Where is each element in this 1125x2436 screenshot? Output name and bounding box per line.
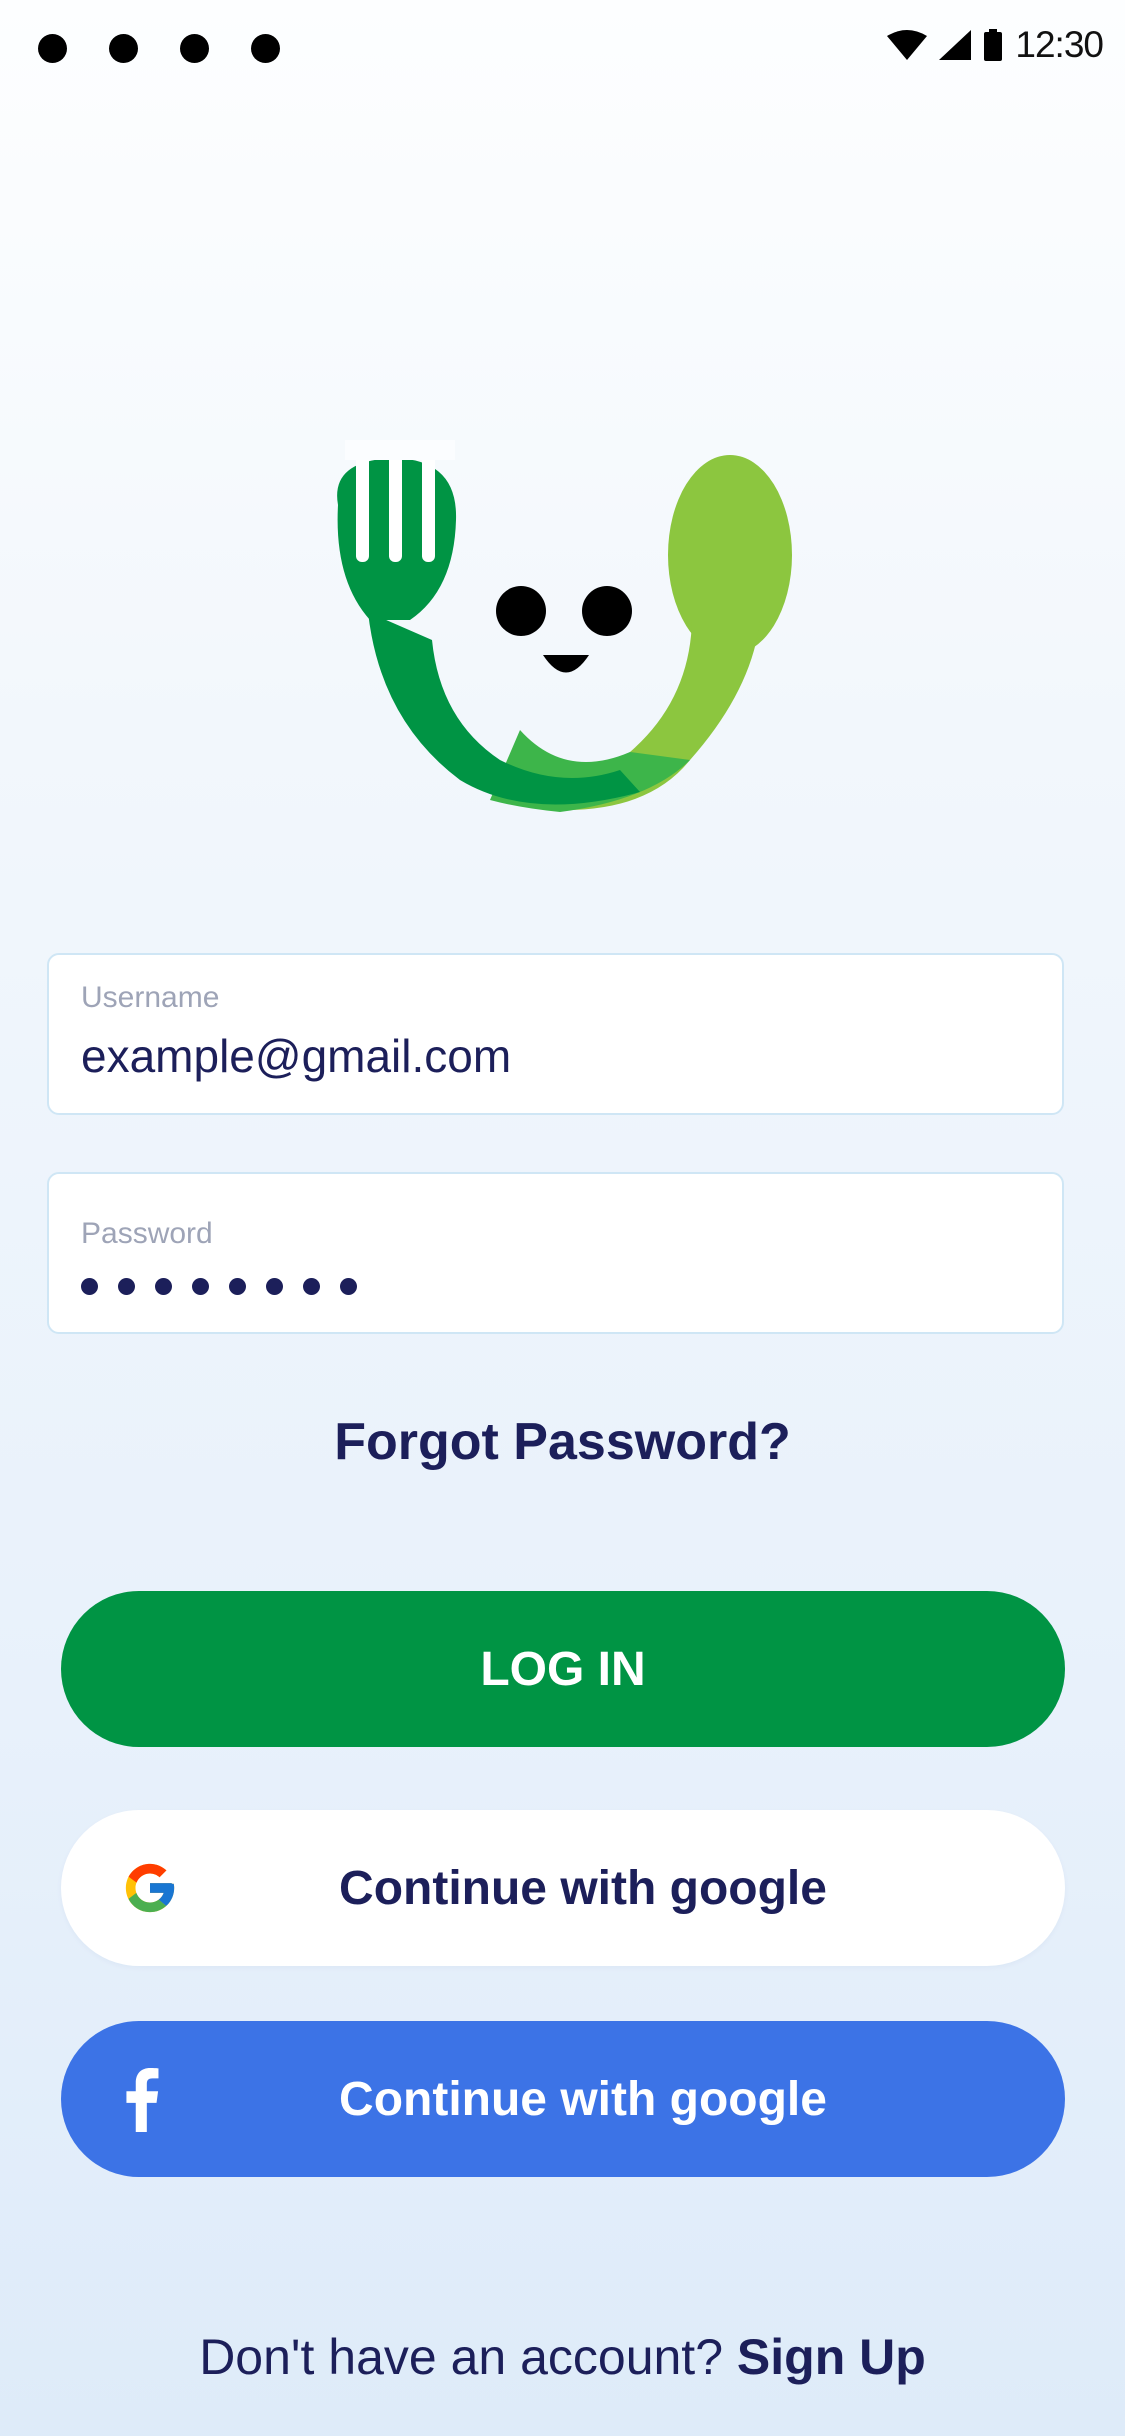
password-field[interactable]: Password [47, 1172, 1064, 1334]
password-mask-dot [229, 1278, 246, 1295]
signup-link[interactable]: Sign Up [737, 2329, 926, 2385]
facebook-icon [121, 2066, 161, 2132]
password-mask-dot [192, 1278, 209, 1295]
fork-spoon-smile-logo-icon [337, 440, 792, 812]
google-login-button[interactable]: Continue with google [61, 1810, 1065, 1966]
username-input[interactable]: example@gmail.com [81, 1029, 511, 1083]
google-login-label: Continue with google [339, 1861, 827, 1915]
password-label: Password [81, 1217, 213, 1250]
password-mask-dot [266, 1278, 283, 1295]
facebook-login-label: Continue with google [339, 2072, 827, 2126]
username-field[interactable]: Username example@gmail.com [47, 953, 1064, 1115]
google-icon [121, 1859, 179, 1917]
login-button[interactable]: LOG IN [61, 1591, 1065, 1747]
login-button-label: LOG IN [480, 1642, 646, 1696]
signup-prompt: Don't have an account? [199, 2329, 737, 2385]
password-mask-dot [118, 1278, 135, 1295]
password-mask-dot [340, 1278, 357, 1295]
password-input[interactable] [81, 1278, 357, 1295]
password-mask-dot [81, 1278, 98, 1295]
password-mask-dot [303, 1278, 320, 1295]
password-mask-dot [155, 1278, 172, 1295]
signup-row: Don't have an account? Sign Up [0, 2328, 1125, 2386]
username-label: Username [81, 981, 220, 1014]
forgot-password-link[interactable]: Forgot Password? [0, 1412, 1125, 1472]
facebook-login-button[interactable]: Continue with google [61, 2021, 1065, 2177]
